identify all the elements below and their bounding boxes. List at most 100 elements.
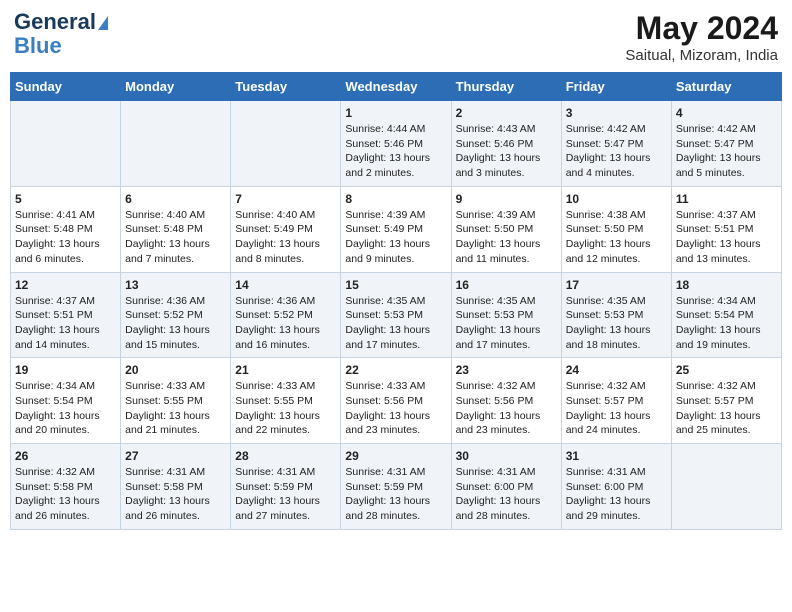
day-detail: Sunrise: 4:36 AM Sunset: 5:52 PM Dayligh… xyxy=(125,294,226,353)
day-number: 20 xyxy=(125,363,226,377)
day-detail: Sunrise: 4:36 AM Sunset: 5:52 PM Dayligh… xyxy=(235,294,336,353)
calendar-cell: 13 Sunrise: 4:36 AM Sunset: 5:52 PM Dayli… xyxy=(121,272,231,358)
calendar-week-row: 26Sunrise: 4:32 AM Sunset: 5:58 PM Dayli… xyxy=(11,444,782,530)
day-detail: Sunrise: 4:44 AM Sunset: 5:46 PM Dayligh… xyxy=(345,122,446,181)
day-number: 19 xyxy=(15,363,116,377)
calendar-cell: 2 Sunrise: 4:43 AM Sunset: 5:46 PM Daylig… xyxy=(451,101,561,187)
day-number: 13 xyxy=(125,278,226,292)
day-number: 28 xyxy=(235,449,336,463)
day-number: 10 xyxy=(566,192,667,206)
day-number: 12 xyxy=(15,278,116,292)
day-number: 14 xyxy=(235,278,336,292)
day-number: 9 xyxy=(456,192,557,206)
day-detail: Sunrise: 4:39 AM Sunset: 5:50 PM Dayligh… xyxy=(456,208,557,267)
calendar-cell: 20 Sunrise: 4:33 AM Sunset: 5:55 PM Dayli… xyxy=(121,358,231,444)
day-number: 30 xyxy=(456,449,557,463)
calendar-cell: 10 Sunrise: 4:38 AM Sunset: 5:50 PM Dayli… xyxy=(561,186,671,272)
title-area: May 2024 Saitual, Mizoram, India xyxy=(625,10,778,64)
day-number: 18 xyxy=(676,278,777,292)
calendar-cell: 6 Sunrise: 4:40 AM Sunset: 5:48 PM Daylig… xyxy=(121,186,231,272)
day-number: 2 xyxy=(456,106,557,120)
header-day: Saturday xyxy=(671,73,781,101)
day-detail: Sunrise: 4:31 AM Sunset: 5:59 PM Dayligh… xyxy=(235,465,336,524)
calendar-cell: 23 Sunrise: 4:32 AM Sunset: 5:56 PM Dayli… xyxy=(451,358,561,444)
day-number: 4 xyxy=(676,106,777,120)
header-row: SundayMondayTuesdayWednesdayThursdayFrid… xyxy=(11,73,782,101)
calendar-cell: 29Sunrise: 4:31 AM Sunset: 5:59 PM Dayli… xyxy=(341,444,451,530)
calendar-cell xyxy=(121,101,231,187)
day-detail: Sunrise: 4:33 AM Sunset: 5:55 PM Dayligh… xyxy=(125,379,226,438)
day-detail: Sunrise: 4:31 AM Sunset: 6:00 PM Dayligh… xyxy=(456,465,557,524)
day-number: 23 xyxy=(456,363,557,377)
day-number: 6 xyxy=(125,192,226,206)
day-detail: Sunrise: 4:33 AM Sunset: 5:55 PM Dayligh… xyxy=(235,379,336,438)
day-number: 15 xyxy=(345,278,446,292)
day-detail: Sunrise: 4:42 AM Sunset: 5:47 PM Dayligh… xyxy=(566,122,667,181)
calendar-cell: 16Sunrise: 4:35 AM Sunset: 5:53 PM Dayli… xyxy=(451,272,561,358)
header-day: Monday xyxy=(121,73,231,101)
calendar-cell: 3 Sunrise: 4:42 AM Sunset: 5:47 PM Daylig… xyxy=(561,101,671,187)
calendar-cell: 28 Sunrise: 4:31 AM Sunset: 5:59 PM Dayli… xyxy=(231,444,341,530)
day-detail: Sunrise: 4:31 AM Sunset: 5:58 PM Dayligh… xyxy=(125,465,226,524)
calendar-cell: 5 Sunrise: 4:41 AM Sunset: 5:48 PM Daylig… xyxy=(11,186,121,272)
header-day: Thursday xyxy=(451,73,561,101)
day-detail: Sunrise: 4:37 AM Sunset: 5:51 PM Dayligh… xyxy=(15,294,116,353)
day-detail: Sunrise: 4:40 AM Sunset: 5:49 PM Dayligh… xyxy=(235,208,336,267)
calendar-cell: 11 Sunrise: 4:37 AM Sunset: 5:51 PM Dayli… xyxy=(671,186,781,272)
calendar-cell xyxy=(671,444,781,530)
day-detail: Sunrise: 4:33 AM Sunset: 5:56 PM Dayligh… xyxy=(345,379,446,438)
calendar-subtitle: Saitual, Mizoram, India xyxy=(625,47,778,64)
calendar-cell: 4 Sunrise: 4:42 AM Sunset: 5:47 PM Daylig… xyxy=(671,101,781,187)
day-detail: Sunrise: 4:41 AM Sunset: 5:48 PM Dayligh… xyxy=(15,208,116,267)
day-detail: Sunrise: 4:37 AM Sunset: 5:51 PM Dayligh… xyxy=(676,208,777,267)
calendar-cell: 1 Sunrise: 4:44 AM Sunset: 5:46 PM Daylig… xyxy=(341,101,451,187)
calendar-cell: 25 Sunrise: 4:32 AM Sunset: 5:57 PM Dayli… xyxy=(671,358,781,444)
calendar-cell: 21 Sunrise: 4:33 AM Sunset: 5:55 PM Dayli… xyxy=(231,358,341,444)
calendar-week-row: 19Sunrise: 4:34 AM Sunset: 5:54 PM Dayli… xyxy=(11,358,782,444)
calendar-week-row: 5 Sunrise: 4:41 AM Sunset: 5:48 PM Daylig… xyxy=(11,186,782,272)
calendar-cell: 12 Sunrise: 4:37 AM Sunset: 5:51 PM Dayli… xyxy=(11,272,121,358)
day-detail: Sunrise: 4:43 AM Sunset: 5:46 PM Dayligh… xyxy=(456,122,557,181)
calendar-cell: 14 Sunrise: 4:36 AM Sunset: 5:52 PM Dayli… xyxy=(231,272,341,358)
day-detail: Sunrise: 4:34 AM Sunset: 5:54 PM Dayligh… xyxy=(676,294,777,353)
header-day: Friday xyxy=(561,73,671,101)
day-number: 3 xyxy=(566,106,667,120)
day-detail: Sunrise: 4:40 AM Sunset: 5:48 PM Dayligh… xyxy=(125,208,226,267)
logo-text-line2: Blue xyxy=(14,33,62,58)
day-detail: Sunrise: 4:32 AM Sunset: 5:57 PM Dayligh… xyxy=(566,379,667,438)
calendar-cell: 31Sunrise: 4:31 AM Sunset: 6:00 PM Dayli… xyxy=(561,444,671,530)
day-number: 27 xyxy=(125,449,226,463)
day-detail: Sunrise: 4:32 AM Sunset: 5:57 PM Dayligh… xyxy=(676,379,777,438)
calendar-week-row: 1 Sunrise: 4:44 AM Sunset: 5:46 PM Daylig… xyxy=(11,101,782,187)
day-detail: Sunrise: 4:35 AM Sunset: 5:53 PM Dayligh… xyxy=(566,294,667,353)
calendar-week-row: 12 Sunrise: 4:37 AM Sunset: 5:51 PM Dayli… xyxy=(11,272,782,358)
day-detail: Sunrise: 4:35 AM Sunset: 5:53 PM Dayligh… xyxy=(456,294,557,353)
calendar-cell: 30 Sunrise: 4:31 AM Sunset: 6:00 PM Dayli… xyxy=(451,444,561,530)
calendar-cell: 8 Sunrise: 4:39 AM Sunset: 5:49 PM Daylig… xyxy=(341,186,451,272)
logo-text-line1: General xyxy=(14,10,108,34)
day-detail: Sunrise: 4:39 AM Sunset: 5:49 PM Dayligh… xyxy=(345,208,446,267)
calendar-cell xyxy=(231,101,341,187)
day-detail: Sunrise: 4:32 AM Sunset: 5:56 PM Dayligh… xyxy=(456,379,557,438)
day-number: 8 xyxy=(345,192,446,206)
day-number: 21 xyxy=(235,363,336,377)
day-number: 17 xyxy=(566,278,667,292)
day-number: 1 xyxy=(345,106,446,120)
calendar-cell: 7Sunrise: 4:40 AM Sunset: 5:49 PM Daylig… xyxy=(231,186,341,272)
header: General Blue May 2024 Saitual, Mizoram, … xyxy=(10,10,782,64)
day-number: 24 xyxy=(566,363,667,377)
header-day: Tuesday xyxy=(231,73,341,101)
day-detail: Sunrise: 4:38 AM Sunset: 5:50 PM Dayligh… xyxy=(566,208,667,267)
day-number: 22 xyxy=(345,363,446,377)
day-number: 31 xyxy=(566,449,667,463)
day-number: 5 xyxy=(15,192,116,206)
calendar-title: May 2024 xyxy=(625,10,778,47)
calendar-cell: 17 Sunrise: 4:35 AM Sunset: 5:53 PM Dayli… xyxy=(561,272,671,358)
calendar-cell: 26Sunrise: 4:32 AM Sunset: 5:58 PM Dayli… xyxy=(11,444,121,530)
day-detail: Sunrise: 4:32 AM Sunset: 5:58 PM Dayligh… xyxy=(15,465,116,524)
day-number: 11 xyxy=(676,192,777,206)
day-number: 25 xyxy=(676,363,777,377)
calendar-cell xyxy=(11,101,121,187)
day-detail: Sunrise: 4:42 AM Sunset: 5:47 PM Dayligh… xyxy=(676,122,777,181)
header-day: Sunday xyxy=(11,73,121,101)
